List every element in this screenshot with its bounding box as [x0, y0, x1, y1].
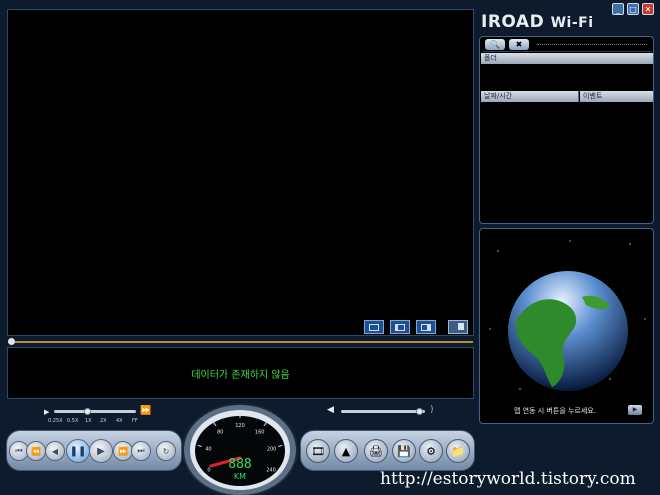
gauge-tick-label: 240 [266, 467, 276, 473]
event-column-header[interactable]: 이벤트 [580, 91, 653, 102]
map-panel: 맵 연동 시 버튼을 누르세요. ▶ [479, 228, 654, 424]
speed-label-2: 1X [85, 418, 92, 424]
folder-header: 폴더 [481, 53, 653, 64]
video-display[interactable] [7, 9, 474, 336]
speed-label-5: FF [132, 418, 138, 424]
brand-suffix: Wi-Fi [550, 15, 594, 31]
app-brand: IROAD Wi-Fi [481, 12, 594, 32]
speed-slider[interactable] [54, 410, 136, 413]
save-icon[interactable]: 💾 [392, 439, 416, 463]
volume-wave-icon: ) [430, 405, 434, 415]
search-icon[interactable]: 🔍 [485, 39, 505, 50]
gauge-tick-label: 200 [267, 447, 277, 453]
pause-icon[interactable]: ❚❚ [66, 439, 90, 463]
status-message: 데이터가 존재하지 않음 [191, 369, 290, 381]
folder-icon[interactable]: 📁 [446, 439, 470, 463]
upload-icon[interactable]: ▲ [334, 439, 358, 463]
gauge-tick-label: 160 [255, 430, 265, 436]
speed-unit: KM [234, 472, 246, 481]
status-box: 데이터가 존재하지 않음 [7, 347, 474, 399]
gauge-tick-label: 0 [207, 467, 210, 473]
step-back-icon[interactable]: ◀ [45, 441, 65, 461]
close-button[interactable]: ✕ [642, 3, 654, 15]
folder-list[interactable] [481, 64, 653, 88]
speed-label-1: 0.5X [67, 418, 79, 424]
speed-digits: 888 [228, 457, 251, 472]
last-file-icon[interactable]: ⏭ [131, 441, 151, 461]
speed-label-4: 4X [116, 418, 123, 424]
layout-single-button[interactable] [364, 320, 384, 334]
volume-icon: ◀ [327, 405, 334, 415]
speedometer: 0 40 80 120 160 200 240 888 KM [182, 403, 298, 495]
print-icon[interactable]: 🖨 [364, 439, 388, 463]
repeat-icon[interactable]: ↻ [156, 441, 176, 461]
play-small-icon: ▶ [44, 408, 50, 416]
map-prompt: 맵 연동 시 버튼을 누르세요. [514, 407, 596, 415]
toolbar-divider [537, 44, 647, 45]
layout-split-button[interactable] [390, 320, 410, 334]
minimize-button[interactable]: _ [612, 3, 624, 15]
volume-slider-knob[interactable] [416, 408, 423, 415]
map-play-button[interactable]: ▶ [628, 405, 642, 415]
prev-file-icon[interactable]: ⏪ [26, 441, 46, 461]
gear-icon[interactable]: ⚙ [419, 439, 443, 463]
next-file-icon[interactable]: ⏩ [113, 441, 133, 461]
fast-forward-icon: ⏩ [140, 406, 152, 416]
volume-slider[interactable] [341, 410, 425, 413]
speed-label-0: 0.25X [48, 418, 63, 424]
film-icon[interactable]: 🎞 [306, 439, 330, 463]
maximize-button[interactable]: □ [627, 3, 639, 15]
watermark-url: http://estoryworld.tistory.com [380, 469, 636, 489]
datetime-column-header[interactable]: 날짜/시간 [481, 91, 579, 102]
layout-pip-button[interactable] [416, 320, 436, 334]
gauge-tick-label: 40 [205, 447, 211, 453]
file-panel: 🔍 ✖ 폴더 날짜/시간 이벤트 [479, 36, 654, 224]
play-icon[interactable]: ▶ [89, 439, 113, 463]
speed-label-3: 2X [100, 418, 107, 424]
file-list[interactable] [481, 103, 653, 221]
seek-knob[interactable] [8, 338, 15, 345]
panel-toggle-button[interactable] [448, 320, 468, 334]
speed-slider-knob[interactable] [84, 408, 91, 415]
globe-icon [508, 271, 628, 391]
gauge-tick-label: 120 [235, 423, 245, 429]
seek-bar[interactable] [8, 338, 473, 345]
tools-icon[interactable]: ✖ [509, 39, 529, 50]
gauge-tick-label: 80 [217, 430, 223, 436]
brand-name: IROAD [481, 12, 545, 32]
